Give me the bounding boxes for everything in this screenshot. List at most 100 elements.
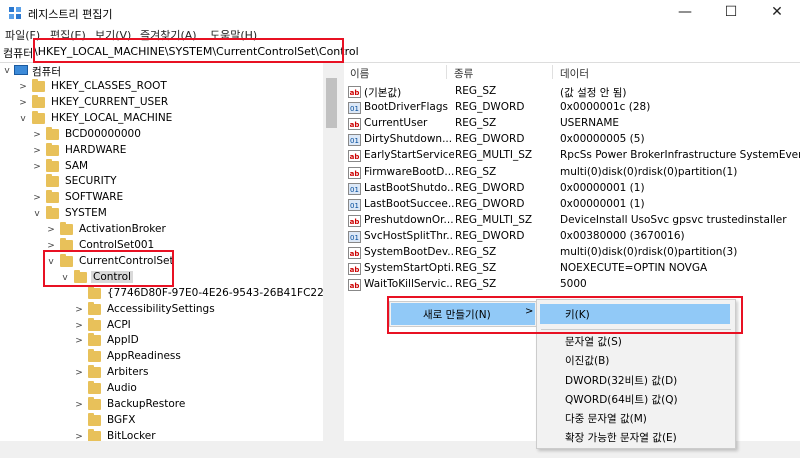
submenu-string-value[interactable]: 문자열 값(S) [565, 334, 622, 349]
value-row[interactable]: ab FirmwareBootD... REG_SZ multi(0)disk(0)r… [348, 165, 800, 181]
tree-node-label: HARDWARE [65, 143, 127, 156]
tree-node[interactable]: AppReadiness [0, 349, 323, 365]
column-type[interactable]: 종류 [454, 66, 473, 81]
value-data: 0x0000001c (28) [560, 101, 651, 114]
value-type: REG_DWORD [455, 101, 525, 114]
string-value-icon: ab [348, 279, 361, 292]
tree-node[interactable]: > SAM [0, 158, 323, 175]
tree-node[interactable]: v HKEY_LOCAL_MACHINE [0, 110, 323, 127]
folder-icon [88, 365, 101, 379]
tree-node[interactable]: SECURITY [0, 174, 323, 190]
chevron-down-icon[interactable]: v [18, 111, 28, 127]
value-row[interactable]: 01 BootDriverFlags REG_DWORD 0x0000001c (28… [348, 100, 800, 116]
chevron-down-icon[interactable]: v [2, 63, 12, 79]
folder-icon [88, 349, 101, 363]
value-row[interactable]: ab WaitToKillServic... REG_SZ 5000 [348, 277, 800, 293]
value-row[interactable]: ab EarlyStartServices REG_MULTI_SZ RpcSs Po… [348, 148, 800, 164]
tree-node[interactable]: > BCD00000000 [0, 126, 323, 143]
value-type: REG_SZ [455, 278, 497, 291]
value-row[interactable]: ab SystemBootDev... REG_SZ multi(0)disk(0)r… [348, 245, 800, 261]
column-name[interactable]: 이름 [350, 66, 369, 81]
tree-node-computer[interactable]: v 컴퓨터 [0, 63, 323, 79]
column-data[interactable]: 데이터 [560, 66, 589, 81]
title-bar: 레지스트리 편집기 — ☐ ✕ [0, 0, 800, 26]
tree-horizontal-scrollbar[interactable] [0, 441, 340, 458]
submenu-qword-value[interactable]: QWORD(64비트) 값(Q) [565, 392, 678, 407]
value-row[interactable]: 01 LastBootSuccee... REG_DWORD 0x00000001 (… [348, 197, 800, 213]
value-row[interactable]: ab PreshutdownOr... REG_MULTI_SZ DeviceInst… [348, 213, 800, 229]
value-row[interactable]: ab CurrentUser REG_SZ USERNAME [348, 116, 800, 132]
value-name: SystemBootDev... [364, 246, 454, 258]
value-row[interactable]: ab SystemStartOpti... REG_SZ NOEXECUTE=OPT… [348, 261, 800, 277]
value-data: 0x00000001 (1) [560, 181, 645, 194]
chevron-right-icon[interactable]: > [74, 333, 84, 349]
window-title: 레지스트리 편집기 [28, 8, 113, 21]
tree-node-label: {7746D80F-97E0-4E26-9543-26B41FC22F79} [107, 286, 340, 299]
folder-icon [46, 126, 59, 140]
tree-node-label: Audio [107, 382, 137, 395]
column-divider[interactable] [552, 65, 553, 79]
binary-value-icon: 01 [348, 198, 361, 211]
tree-node[interactable]: > ActivationBroker [0, 222, 323, 238]
tree-node[interactable]: > HKEY_CLASSES_ROOT [0, 79, 323, 95]
tree-node-label: HKEY_CURRENT_USER [51, 95, 169, 108]
value-type: REG_MULTI_SZ [455, 149, 533, 162]
chevron-right-icon[interactable]: > [18, 95, 28, 111]
folder-icon [88, 301, 101, 315]
chevron-right-icon[interactable]: > [74, 302, 84, 318]
pane-splitter[interactable] [340, 63, 344, 458]
tree-node-label: HKEY_LOCAL_MACHINE [51, 111, 173, 124]
tree-node[interactable]: BGFX [0, 412, 323, 429]
submenu-expandable-string-value[interactable]: 확장 가능한 문자열 값(E) [565, 430, 677, 445]
chevron-right-icon[interactable]: > [74, 397, 84, 413]
tree-node[interactable]: > AccessibilitySettings [0, 301, 323, 318]
tree-node[interactable]: Audio [0, 381, 323, 397]
tree-node[interactable]: > SOFTWARE [0, 190, 323, 206]
chevron-right-icon[interactable]: > [46, 222, 56, 238]
tree-node-label: SOFTWARE [65, 191, 124, 204]
value-type: REG_DWORD [455, 133, 525, 146]
chevron-right-icon[interactable]: > [32, 127, 42, 143]
tree-node[interactable]: > AppID [0, 333, 323, 349]
value-row[interactable]: 01 DirtyShutdown... REG_DWORD 0x00000005 (5… [348, 132, 800, 148]
value-name: BootDriverFlags [364, 101, 449, 114]
chevron-right-icon[interactable]: > [32, 143, 42, 159]
chevron-down-icon[interactable]: v [32, 206, 42, 222]
folder-icon [88, 412, 101, 426]
value-row[interactable]: 01 LastBootShutdo... REG_DWORD 0x00000001 (… [348, 181, 800, 197]
value-list-header: 이름 종류 데이터 [344, 63, 800, 81]
submenu-binary-value[interactable]: 이진값(B) [565, 353, 609, 368]
tree-node-label: 컴퓨터 [32, 66, 61, 78]
tree-node[interactable]: > ACPI [0, 317, 323, 334]
value-row[interactable]: 01 SvcHostSplitThr... REG_DWORD 0x00380000 … [348, 229, 800, 245]
tree-node[interactable]: > Arbiters [0, 365, 323, 381]
tree-highlight-box [43, 250, 174, 287]
tree-node[interactable]: > BackupRestore [0, 397, 323, 413]
value-type: REG_SZ [455, 165, 497, 178]
value-row[interactable]: ab (기본값) REG_SZ (값 설정 안 됨) [348, 84, 800, 100]
tree-node[interactable]: > HKEY_CURRENT_USER [0, 94, 323, 111]
tree-node[interactable]: {7746D80F-97E0-4E26-9543-26B41FC22F79} [0, 285, 340, 302]
chevron-right-icon[interactable]: > [74, 318, 84, 334]
close-button[interactable]: ✕ [754, 0, 800, 26]
tree-scroll-thumb[interactable] [326, 78, 337, 128]
computer-icon [14, 65, 28, 75]
chevron-right-icon[interactable]: > [32, 190, 42, 206]
value-name: FirmwareBootD... [364, 165, 454, 178]
value-data: multi(0)disk(0)rdisk(0)partition(3) [560, 246, 738, 258]
column-divider[interactable] [446, 65, 447, 79]
chevron-right-icon[interactable]: > [32, 159, 42, 175]
tree-node[interactable]: > HARDWARE [0, 142, 323, 159]
tree-node-label: Arbiters [107, 366, 149, 379]
tree-node-label: ActivationBroker [79, 223, 166, 236]
chevron-right-icon[interactable]: > [74, 365, 84, 381]
chevron-right-icon[interactable]: > [18, 79, 28, 95]
value-name: SvcHostSplitThr... [364, 229, 454, 242]
submenu-dword-value[interactable]: DWORD(32비트) 값(D) [565, 373, 677, 388]
minimize-button[interactable]: — [662, 0, 708, 26]
tree-node[interactable]: v SYSTEM [0, 206, 323, 222]
maximize-button[interactable]: ☐ [708, 0, 754, 26]
value-name: EarlyStartServices [364, 149, 454, 162]
tree-node-label: AppID [107, 334, 139, 347]
submenu-multi-string-value[interactable]: 다중 문자열 값(M) [565, 411, 647, 426]
